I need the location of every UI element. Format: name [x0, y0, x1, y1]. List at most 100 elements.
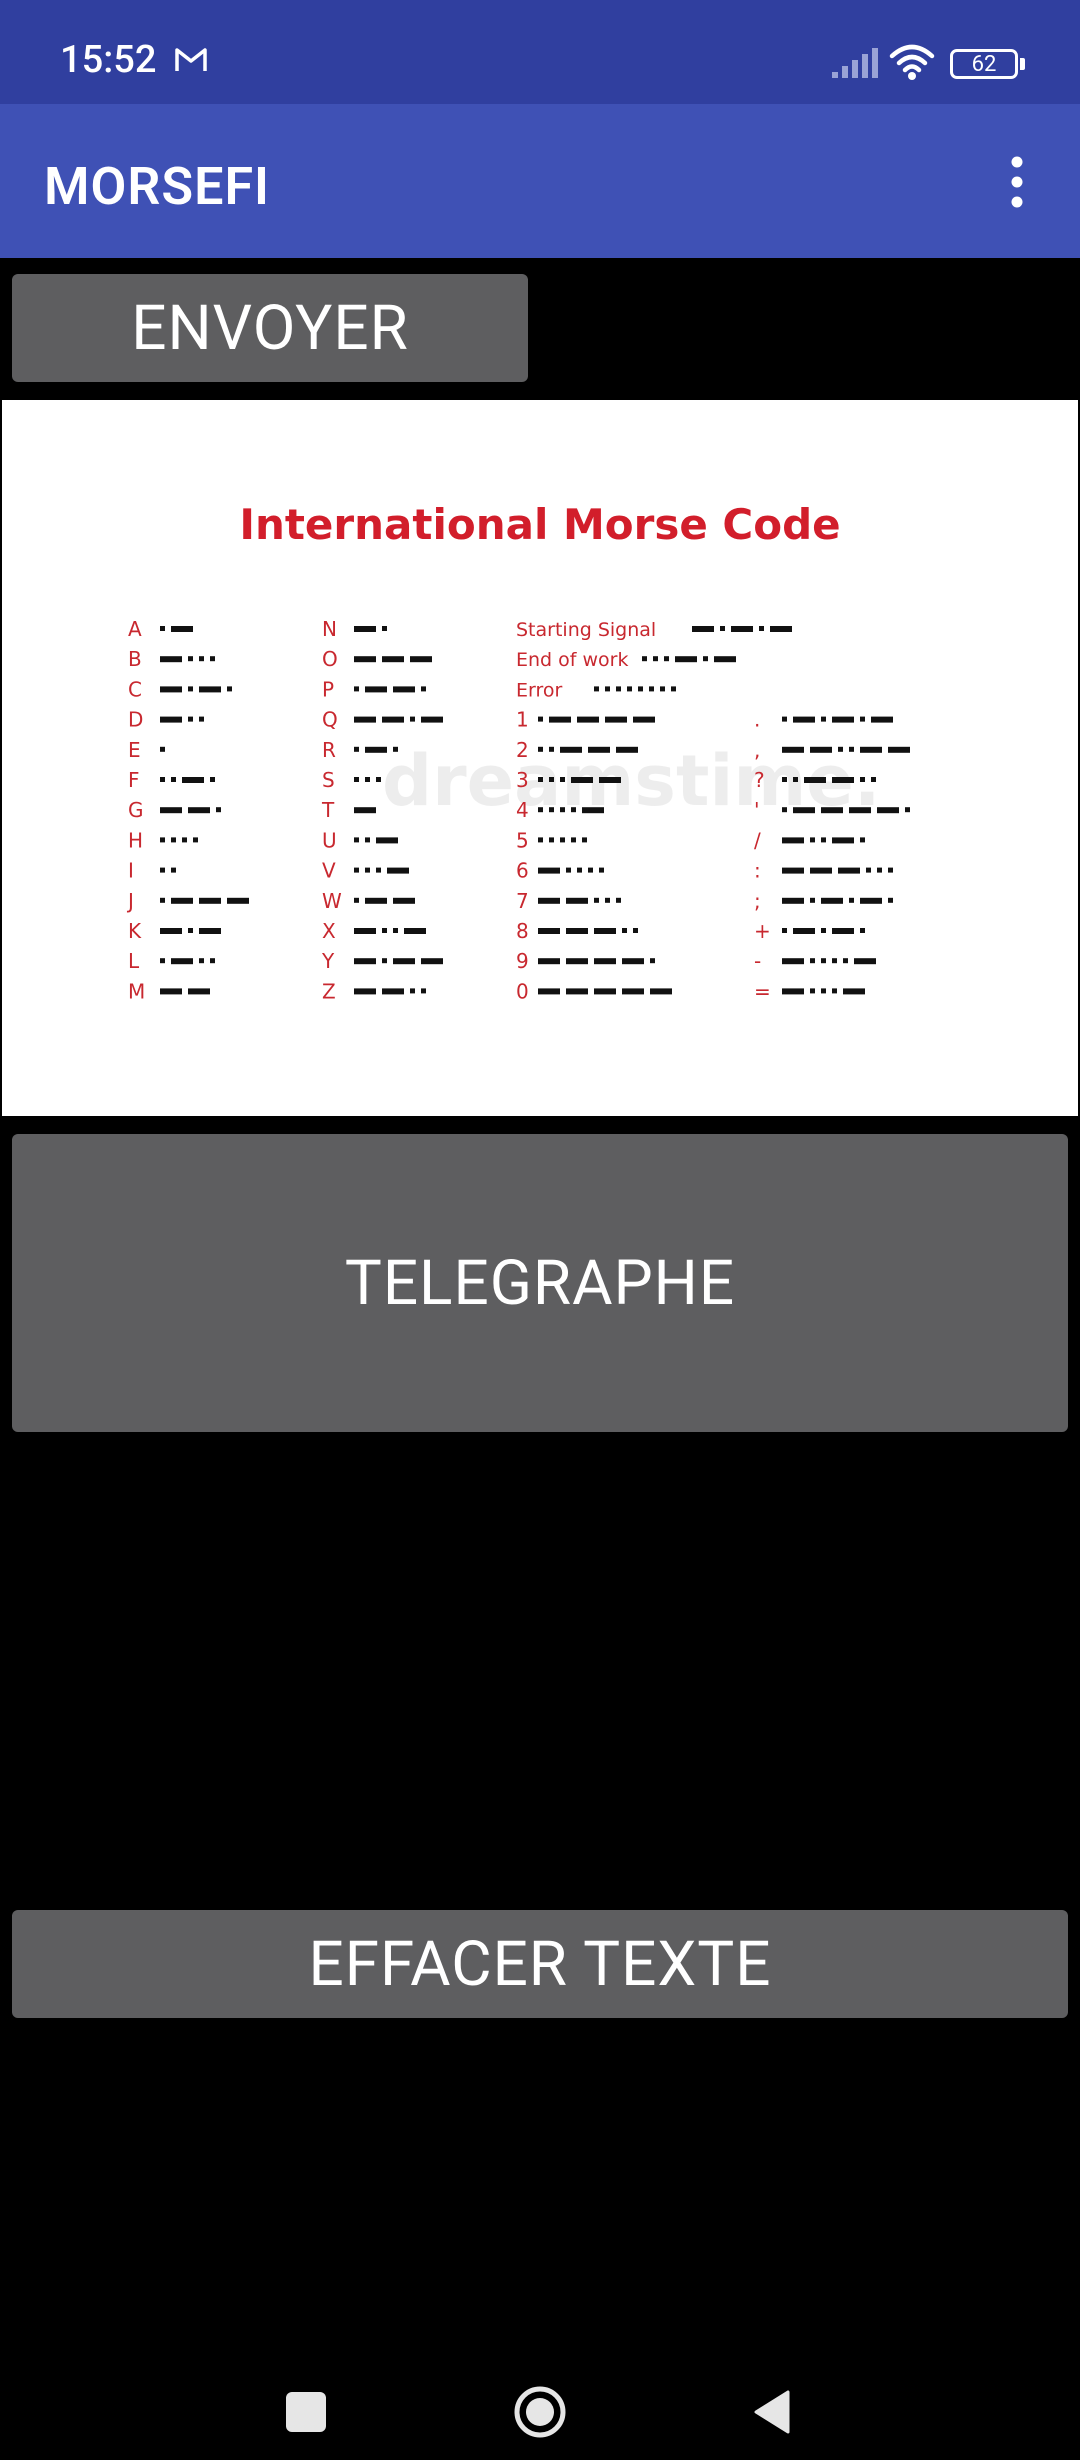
morse-code-punct	[782, 928, 865, 934]
morse-code-punct	[782, 777, 876, 783]
morse-label-C: C	[128, 677, 142, 701]
morse-signal-code	[692, 626, 792, 632]
status-time: 15:52	[60, 38, 157, 82]
morse-code-M	[160, 988, 210, 995]
morse-code-F	[160, 777, 215, 783]
morse-label-T: T	[321, 798, 335, 822]
navigation-bar	[0, 2300, 1080, 2460]
morse-label-punct: =	[754, 979, 771, 1003]
morse-label-digit: 2	[516, 738, 529, 762]
morse-code-digit	[538, 746, 638, 753]
gmail-icon	[175, 48, 207, 71]
morse-label-digit: 6	[516, 859, 529, 883]
morse-signal-code	[642, 656, 736, 663]
app-title: MORSEFI	[44, 156, 270, 217]
send-button[interactable]: ENVOYER	[12, 274, 528, 382]
morse-code-D	[160, 716, 204, 723]
morse-label-punct: ?	[754, 768, 765, 792]
morse-label-D: D	[128, 708, 143, 732]
morse-code-punct	[782, 988, 865, 995]
morse-label-H: H	[128, 828, 143, 852]
morse-label-punct: '	[754, 798, 760, 822]
morse-label-digit: 9	[516, 949, 529, 973]
morse-label-O: O	[322, 647, 338, 671]
morse-label-A: A	[128, 617, 142, 641]
morse-code-Q	[354, 716, 443, 723]
morse-label-digit: 7	[516, 889, 529, 913]
morse-label-digit: 4	[516, 798, 529, 822]
morse-code-digit	[538, 807, 604, 814]
morse-label-U: U	[322, 828, 337, 852]
morse-code-P	[354, 686, 426, 693]
morse-label-digit: 5	[516, 828, 529, 852]
morse-code-B	[160, 656, 215, 663]
morse-code-digit	[538, 837, 587, 843]
morse-code-U	[354, 837, 398, 844]
morse-table: ABCDEFGHIJKLM NOPQRSTUVWXYZ Starting Signa…	[126, 617, 910, 1003]
morse-label-L: L	[128, 949, 140, 973]
morse-label-F: F	[128, 768, 140, 792]
morse-signal-label: End of work	[516, 649, 628, 671]
morse-code-I	[160, 867, 176, 873]
morse-code-chart-image: International Morse Code dreamstime. ABC…	[2, 400, 1078, 1116]
morse-code-digit	[538, 897, 621, 904]
home-button[interactable]	[512, 2384, 568, 2440]
morse-code-O	[354, 656, 432, 663]
morse-label-digit: 8	[516, 919, 529, 943]
morse-code-S	[354, 777, 381, 782]
morse-label-digit: 1	[516, 708, 529, 732]
morse-code-digit	[538, 867, 604, 874]
signal-icon	[832, 48, 878, 78]
morse-code-digit	[538, 777, 621, 783]
morse-label-B: B	[128, 647, 142, 671]
back-button[interactable]	[752, 2388, 792, 2436]
clear-text-button[interactable]: EFFACER TEXTE	[12, 1910, 1068, 2018]
morse-code-G	[160, 807, 221, 814]
morse-label-V: V	[322, 859, 336, 883]
morse-label-Z: Z	[322, 979, 336, 1003]
recents-button[interactable]	[286, 2392, 326, 2432]
morse-code-L	[160, 958, 215, 965]
morse-code-digit	[538, 928, 638, 934]
morse-label-Y: Y	[321, 949, 335, 973]
morse-label-punct: -	[754, 949, 761, 973]
morse-label-punct: ,	[754, 738, 760, 762]
morse-code-V	[354, 867, 409, 874]
morse-code-A	[160, 626, 193, 632]
morse-label-digit: 3	[516, 768, 529, 792]
morse-signal-code	[594, 686, 676, 692]
morse-label-K: K	[128, 919, 142, 943]
morse-code-punct	[782, 867, 893, 874]
morse-signal-label: Starting Signal	[516, 619, 656, 641]
more-options-icon[interactable]	[1002, 152, 1032, 212]
morse-code-N	[354, 626, 387, 632]
morse-code-digit	[538, 716, 655, 723]
morse-code-punct	[782, 958, 876, 965]
morse-label-punct: ;	[754, 889, 761, 913]
battery-icon: 62	[950, 49, 1025, 79]
morse-label-G: G	[128, 798, 144, 822]
morse-label-I: I	[128, 859, 134, 883]
morse-label-digit: 0	[516, 979, 529, 1003]
morse-code-digit	[538, 988, 672, 995]
morse-code-punct	[782, 746, 910, 753]
morse-label-punct: .	[754, 708, 760, 732]
morse-code-C	[160, 686, 232, 693]
morse-label-J: J	[126, 889, 134, 913]
morse-label-W: W	[322, 889, 342, 913]
morse-code-punct	[782, 837, 865, 844]
telegraph-button[interactable]: TELEGRAPHE	[12, 1134, 1068, 1432]
morse-label-E: E	[128, 738, 141, 762]
morse-code-J	[160, 897, 249, 904]
status-bar: 15:52 62	[0, 0, 1080, 104]
battery-level: 62	[950, 49, 1018, 79]
morse-code-E	[160, 746, 165, 752]
morse-code-K	[160, 928, 221, 934]
morse-label-punct: :	[754, 859, 761, 883]
morse-label-X: X	[322, 919, 336, 943]
morse-code-Z	[354, 988, 426, 995]
morse-label-N: N	[322, 617, 337, 641]
morse-code-punct	[782, 716, 893, 723]
morse-label-punct: +	[754, 919, 771, 943]
morse-code-X	[354, 928, 426, 934]
